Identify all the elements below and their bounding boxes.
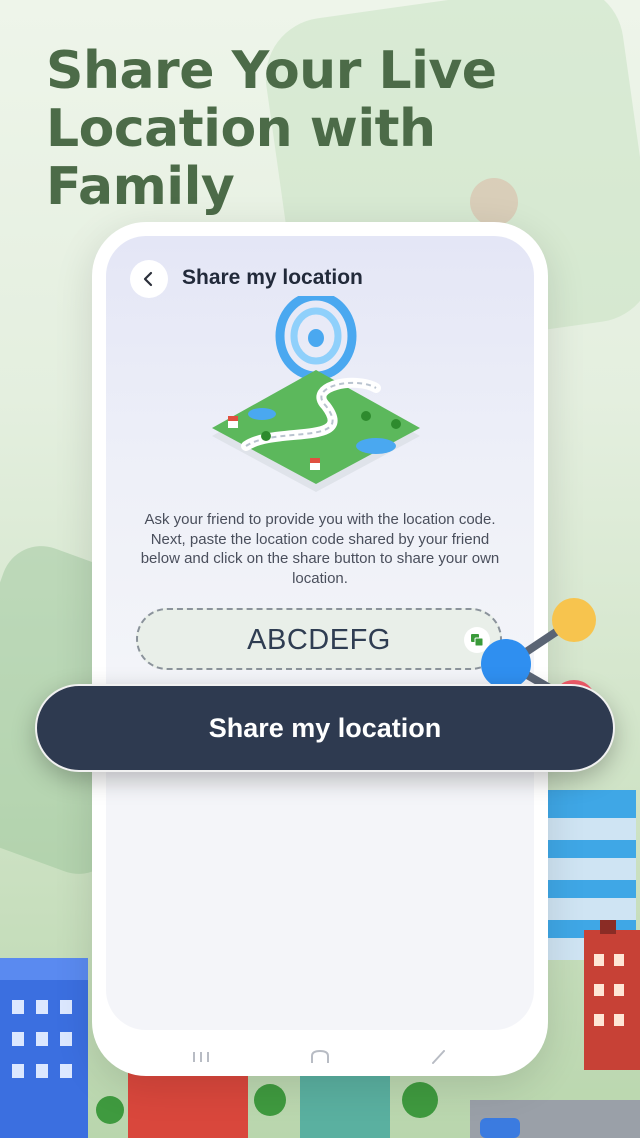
location-map-illustration <box>212 296 420 492</box>
blue-building-left <box>0 958 88 1138</box>
android-nav-bar <box>92 1044 548 1074</box>
screen-title: Share my location <box>182 266 363 289</box>
low-buildings <box>96 1070 640 1138</box>
recent-apps-icon[interactable] <box>192 1050 210 1064</box>
app-screen: Share my location Ask your friend to pro… <box>106 236 534 1030</box>
chevron-left-icon <box>143 271 153 287</box>
share-button-label: Share my location <box>208 712 442 743</box>
red-building-right <box>584 920 640 1070</box>
location-code-value: ABCDEFG <box>247 624 391 656</box>
home-icon[interactable] <box>310 1050 330 1064</box>
location-code-input[interactable]: ABCDEFG <box>136 608 502 670</box>
headline: Share Your Live Location with Family <box>46 41 497 217</box>
back-nav-icon[interactable] <box>430 1050 446 1064</box>
instructions-text: Ask your friend to provide you with the … <box>140 511 500 587</box>
back-button[interactable] <box>130 260 168 298</box>
share-location-button[interactable]: Share my location <box>35 684 615 772</box>
